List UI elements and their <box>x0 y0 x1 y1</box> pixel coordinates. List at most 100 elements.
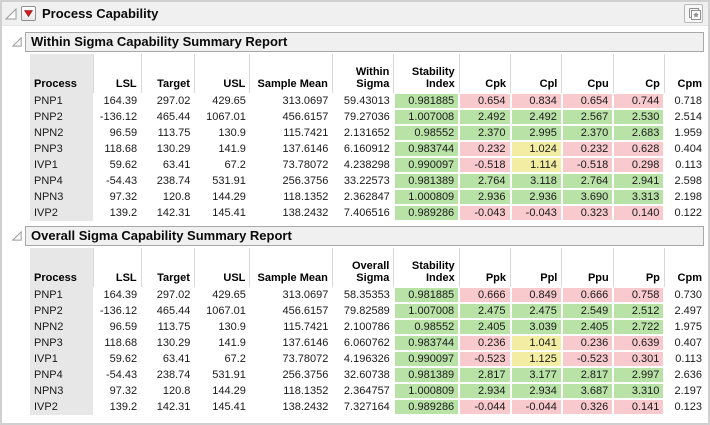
value-cell: 141.9 <box>194 335 249 351</box>
column-header-cpm: Cpm <box>664 54 706 93</box>
value-cell: 3.039 <box>511 319 562 335</box>
overall-sigma-section: Overall Sigma Capability Summary Report … <box>4 226 706 415</box>
value-cell: 139.2 <box>93 205 141 221</box>
value-cell: 2.475 <box>511 303 562 319</box>
value-cell: 0.98552 <box>394 125 459 141</box>
value-cell: 256.3756 <box>250 367 332 383</box>
value-cell: 2.722 <box>613 319 664 335</box>
value-cell: 0.113 <box>664 157 706 173</box>
value-cell: 531.91 <box>194 173 249 189</box>
value-cell: 67.2 <box>194 157 249 173</box>
value-cell: 130.9 <box>194 125 249 141</box>
status-badge-good: 1.007008 <box>395 304 458 318</box>
value-cell: 32.60738 <box>332 367 393 383</box>
value-cell: 1.125 <box>511 351 562 367</box>
column-header-sample-mean: Sample Mean <box>250 248 332 287</box>
column-header-pp: Pp <box>613 248 664 287</box>
value-cell: 2.198 <box>664 189 706 205</box>
value-cell: -54.43 <box>93 173 141 189</box>
value-cell: 0.981389 <box>394 367 459 383</box>
status-badge-bad: 0.628 <box>614 142 663 156</box>
section-disclosure-icon[interactable] <box>12 37 22 47</box>
value-cell: 137.6146 <box>250 141 332 157</box>
star-window-button[interactable] <box>684 4 703 23</box>
value-cell: 118.1352 <box>250 383 332 399</box>
status-badge-good: 2.405 <box>563 320 612 334</box>
value-cell: 0.983744 <box>394 141 459 157</box>
value-cell: 144.29 <box>194 383 249 399</box>
section-disclosure-icon[interactable] <box>12 231 22 241</box>
status-badge-good: 1.000809 <box>395 190 458 204</box>
value-cell: 2.364757 <box>332 383 393 399</box>
value-cell: 120.8 <box>141 189 194 205</box>
table-row: PNP4-54.43238.74531.91256.375633.225730.… <box>30 173 706 189</box>
status-badge-bad: 0.666 <box>563 288 612 302</box>
value-cell: 3.687 <box>562 383 613 399</box>
value-cell: 2.370 <box>562 125 613 141</box>
value-cell: 142.31 <box>141 399 194 415</box>
status-badge-bad: 0.301 <box>614 352 663 366</box>
status-badge-good: 1.007008 <box>395 110 458 124</box>
value-cell: 73.78072 <box>250 351 332 367</box>
value-cell: 118.1352 <box>250 189 332 205</box>
value-cell: 2.492 <box>459 109 510 125</box>
status-badge-good: 2.936 <box>512 190 561 204</box>
value-cell: 1.975 <box>664 319 706 335</box>
value-cell: 96.59 <box>93 319 141 335</box>
process-cell: IVP1 <box>30 157 93 173</box>
value-cell: 456.6157 <box>250 303 332 319</box>
status-badge-bad: -0.523 <box>460 352 509 366</box>
column-header-cpk: Cpk <box>459 54 510 93</box>
overall-sigma-table: ProcessLSLTargetUSLSample MeanOverall Si… <box>30 248 706 415</box>
process-cell: NPN2 <box>30 125 93 141</box>
status-badge-bad: -0.523 <box>563 352 612 366</box>
value-cell: 1.000809 <box>394 189 459 205</box>
table-row: IVP2139.2142.31145.41138.24327.3271640.9… <box>30 399 706 415</box>
value-cell: 313.0697 <box>250 287 332 303</box>
value-cell: 0.730 <box>664 287 706 303</box>
value-cell: 0.654 <box>562 93 613 109</box>
status-badge-bad: -0.044 <box>460 400 509 414</box>
value-cell: 142.31 <box>141 205 194 221</box>
column-header-process: Process <box>30 248 93 287</box>
value-cell: 97.32 <box>93 189 141 205</box>
column-header-lsl: LSL <box>93 54 141 93</box>
value-cell: 0.758 <box>613 287 664 303</box>
value-cell: 1.041 <box>511 335 562 351</box>
status-badge-good: 2.936 <box>460 190 509 204</box>
value-cell: 456.6157 <box>250 109 332 125</box>
value-cell: 2.598 <box>664 173 706 189</box>
red-triangle-menu-button[interactable] <box>21 6 36 21</box>
value-cell: 0.981885 <box>394 287 459 303</box>
status-badge-good: 2.941 <box>614 174 663 188</box>
value-cell: 73.78072 <box>250 157 332 173</box>
status-badge-good: 3.313 <box>614 190 663 204</box>
outline-disclosure-icon[interactable] <box>5 8 17 20</box>
process-cell: NPN2 <box>30 319 93 335</box>
value-cell: 33.22573 <box>332 173 393 189</box>
value-cell: 115.7421 <box>250 319 332 335</box>
value-cell: 118.68 <box>93 141 141 157</box>
column-header-stability-index: Stability Index <box>394 54 459 93</box>
status-badge-good: 3.690 <box>563 190 612 204</box>
value-cell: 0.326 <box>562 399 613 415</box>
value-cell: 2.100786 <box>332 319 393 335</box>
table-row: PNP2-136.12465.441067.01456.615779.82589… <box>30 303 706 319</box>
overall-sigma-section-title-bar[interactable]: Overall Sigma Capability Summary Report <box>25 226 704 246</box>
status-badge-bad: 0.326 <box>563 400 612 414</box>
table-row: PNP2-136.12465.441067.01456.615779.27036… <box>30 109 706 125</box>
status-badge-bad: 0.639 <box>614 336 663 350</box>
status-badge-good: 2.567 <box>563 110 612 124</box>
report-title-bar: Process Capability <box>2 2 708 26</box>
value-cell: 59.62 <box>93 351 141 367</box>
value-cell: 2.997 <box>613 367 664 383</box>
value-cell: 2.936 <box>511 189 562 205</box>
value-cell: 0.141 <box>613 399 664 415</box>
value-cell: 2.764 <box>562 173 613 189</box>
value-cell: 0.990097 <box>394 157 459 173</box>
value-cell: 0.98552 <box>394 319 459 335</box>
status-badge-good: 0.989286 <box>395 400 458 414</box>
value-cell: 138.2432 <box>250 205 332 221</box>
within-sigma-section-title-bar[interactable]: Within Sigma Capability Summary Report <box>25 32 704 52</box>
column-header-usl: USL <box>194 248 249 287</box>
